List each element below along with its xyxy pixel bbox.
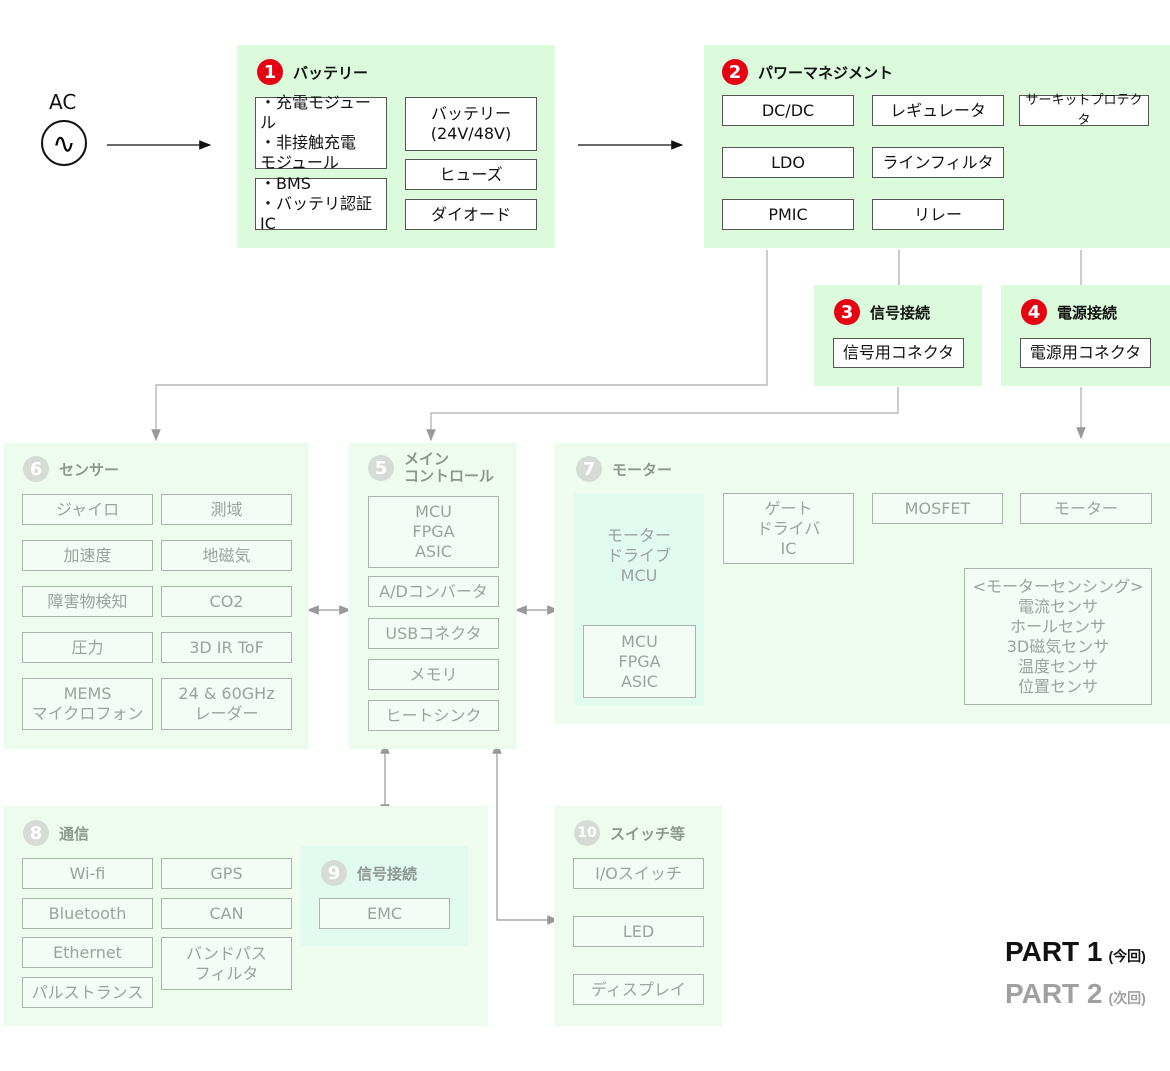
mems-mic-box[interactable]: MEMS マイクロフォン (22, 678, 153, 730)
signal-connection-title: 3 信号接続 (834, 299, 930, 325)
memory-box[interactable]: メモリ (368, 659, 499, 690)
switches-panel: 10 スイッチ等 I/Oスイッチ LED ディスプレイ (554, 806, 722, 1026)
co2-box[interactable]: CO2 (161, 586, 292, 617)
mosfet-box[interactable]: MOSFET (872, 493, 1003, 524)
arrow-main-switches (492, 741, 560, 925)
badge-6: 6 (23, 456, 49, 482)
main-control-title: 5 メイン コントロール (368, 451, 494, 485)
motor-panel: 7 モーター モーター ドライブ MCU MCU FPGA ASIC ゲート ド… (554, 443, 1170, 724)
bluetooth-box[interactable]: Bluetooth (22, 898, 153, 929)
display-box[interactable]: ディスプレイ (573, 974, 704, 1005)
emc-panel: 9 信号接続 EMC (301, 846, 468, 946)
motor-box[interactable]: モーター (1020, 493, 1152, 524)
motor-drive-mcu-panel: モーター ドライブ MCU MCU FPGA ASIC (574, 493, 704, 705)
sensor-title-text: センサー (59, 460, 120, 479)
signal-connection-title-text: 信号接続 (870, 303, 931, 322)
arrow-signal-to-main (426, 387, 899, 442)
signal-connector-box[interactable]: 信号用コネクタ (833, 338, 964, 368)
wifi-box[interactable]: Wi-fi (22, 858, 153, 889)
tof-box[interactable]: 3D IR ToF (161, 632, 292, 663)
badge-8: 8 (23, 820, 49, 846)
legend-part1: PART 1 (今回) (1005, 936, 1146, 968)
line-filter-box[interactable]: ラインフィルタ (872, 147, 1004, 178)
radar-box[interactable]: 24 & 60GHz レーダー (161, 678, 292, 730)
badge-3: 3 (834, 299, 860, 325)
motor-title: 7 モーター (576, 456, 672, 482)
arrow-power-to-sensor (151, 250, 768, 442)
emc-title-text: 信号接続 (357, 864, 418, 883)
power-connector-box[interactable]: 電源用コネクタ (1020, 338, 1151, 368)
power-title: 2 パワーマネジメント (722, 59, 893, 85)
motor-mcu-box[interactable]: MCU FPGA ASIC (583, 625, 696, 698)
badge-9: 9 (321, 860, 347, 886)
badge-4: 4 (1021, 299, 1047, 325)
ethernet-box[interactable]: Ethernet (22, 937, 153, 968)
badge-5: 5 (368, 455, 394, 481)
ac-label: AC (49, 90, 77, 114)
io-switch-box[interactable]: I/Oスイッチ (573, 858, 704, 889)
legend-part2-label: PART 2 (1005, 978, 1103, 1009)
emc-box[interactable]: EMC (319, 898, 450, 929)
adc-box[interactable]: A/Dコンバータ (368, 576, 499, 607)
motor-drive-mcu-label: モーター ドライブ MCU (606, 526, 671, 585)
legend-part1-label: PART 1 (1005, 936, 1103, 967)
charging-module-box[interactable]: ・充電モジュール ・非接触充電 モジュール (255, 93, 387, 172)
emc-title: 9 信号接続 (321, 860, 417, 886)
accelerometer-box[interactable]: 加速度 (22, 540, 153, 571)
switches-title-text: スイッチ等 (610, 824, 686, 843)
legend-part2: PART 2 (次回) (1005, 978, 1146, 1010)
pmic-box[interactable]: PMIC (722, 199, 854, 230)
gyro-box[interactable]: ジャイロ (22, 494, 153, 525)
circuit-protector-box[interactable]: サーキットプロテクタ (1019, 93, 1149, 128)
main-control-title-text: メイン コントロール (404, 450, 495, 485)
obstacle-detection-box[interactable]: 障害物検知 (22, 586, 153, 617)
gate-driver-box[interactable]: ゲート ドライバ IC (723, 493, 854, 564)
bandpass-filter-box[interactable]: バンドパス フィルタ (161, 937, 292, 990)
geomagnetic-box[interactable]: 地磁気 (161, 540, 292, 571)
ac-sine-icon: ∿ (41, 120, 87, 166)
regulator-box[interactable]: レギュレータ (872, 95, 1004, 126)
power-connection-title: 4 電源接続 (1021, 299, 1117, 325)
dcdc-box[interactable]: DC/DC (722, 95, 854, 126)
communication-title: 8 通信 (23, 820, 89, 846)
badge-10: 10 (574, 820, 600, 846)
power-panel: 2 パワーマネジメント DC/DC レギュレータ サーキットプロテクタ LDO … (704, 45, 1170, 248)
power-connection-panel: 4 電源接続 電源用コネクタ (1001, 285, 1170, 386)
ranging-box[interactable]: 測域 (161, 494, 292, 525)
battery-title-text: バッテリー (293, 63, 369, 82)
signal-connection-panel: 3 信号接続 信号用コネクタ (814, 285, 982, 386)
power-connection-title-text: 電源接続 (1057, 303, 1118, 322)
badge-1: 1 (257, 59, 283, 85)
pressure-box[interactable]: 圧力 (22, 632, 153, 663)
battery-title: 1 バッテリー (257, 59, 368, 85)
power-title-text: パワーマネジメント (758, 63, 894, 82)
sensor-panel: 6 センサー ジャイロ 測域 加速度 地磁気 障害物検知 CO2 圧力 3D I… (3, 443, 309, 749)
pulse-transformer-box[interactable]: パルストランス (22, 977, 153, 1008)
can-box[interactable]: CAN (161, 898, 292, 929)
battery-panel: 1 バッテリー ・充電モジュール ・非接触充電 モジュール ・BMS ・バッテリ… (237, 45, 555, 248)
communication-title-text: 通信 (59, 824, 90, 843)
badge-7: 7 (576, 456, 602, 482)
main-control-panel: 5 メイン コントロール MCU FPGA ASIC A/Dコンバータ USBコ… (348, 443, 517, 749)
relay-box[interactable]: リレー (872, 199, 1004, 230)
sensor-title: 6 センサー (23, 456, 119, 482)
heatsink-box[interactable]: ヒートシンク (368, 700, 499, 731)
motor-sensing-box[interactable]: <モーターセンシング> 電流センサ ホールセンサ 3D磁気センサ 温度センサ 位… (964, 568, 1152, 705)
legend-part1-note: (今回) (1108, 948, 1146, 964)
fuse-box[interactable]: ヒューズ (405, 159, 537, 190)
ldo-box[interactable]: LDO (722, 147, 854, 178)
battery-box[interactable]: バッテリー (24V/48V) (405, 97, 537, 151)
motor-title-text: モーター (612, 460, 673, 479)
diode-box[interactable]: ダイオード (405, 199, 537, 230)
gps-box[interactable]: GPS (161, 858, 292, 889)
usb-connector-box[interactable]: USBコネクタ (368, 618, 499, 649)
main-mcu-box[interactable]: MCU FPGA ASIC (368, 496, 499, 568)
communication-panel: 8 通信 Wi-fi GPS Bluetooth CAN Ethernet バン… (3, 806, 488, 1026)
led-box[interactable]: LED (573, 916, 704, 947)
badge-2: 2 (722, 59, 748, 85)
legend-part2-note: (次回) (1108, 990, 1146, 1006)
bms-box[interactable]: ・BMS ・バッテリ認証IC (255, 174, 387, 233)
switches-title: 10 スイッチ等 (574, 820, 685, 846)
